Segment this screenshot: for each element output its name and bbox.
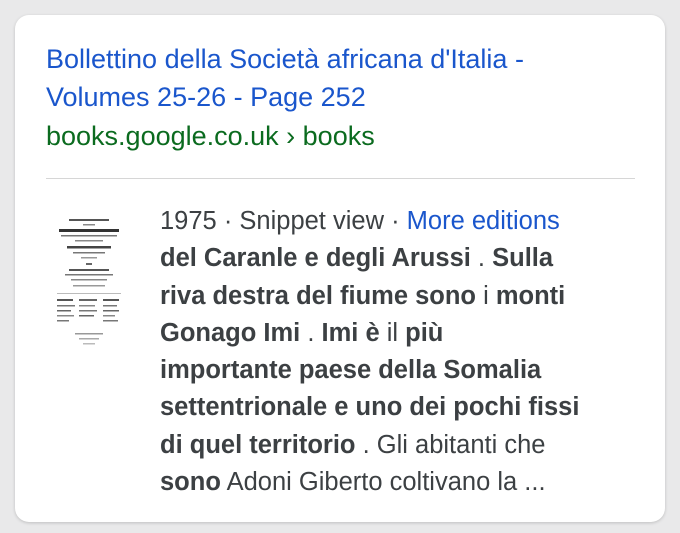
more-editions-link[interactable]: More editions (407, 207, 560, 235)
meta-separator: · (384, 207, 407, 235)
snippet-highlight: settentrionale e uno dei pochi fissi (160, 393, 580, 422)
snippet-text-fragment: i (476, 281, 496, 310)
snippet-highlight: riva destra del fiume sono (160, 281, 477, 310)
snippet-line: riva destra del fiume sono i monti (160, 278, 640, 315)
snippet-line: del Caranle e degli Arussi . Sulla (160, 240, 640, 277)
snippet-highlight: più (405, 318, 444, 347)
result-title-link[interactable]: Bollettino della Società africana d'Ital… (46, 40, 626, 116)
snippet-highlight: sono (160, 468, 221, 497)
snippet-text-fragment: il (379, 318, 406, 347)
result-snippet: 1975 · Snippet view · More editions del … (160, 203, 640, 501)
book-thumbnail[interactable] (53, 213, 125, 353)
snippet-line: Gonago Imi . Imi è il più (160, 315, 640, 352)
snippet-text: del Caranle e degli Arussi . Sulla riva d… (160, 240, 640, 501)
snippet-text-fragment: Adoni Giberto coltivano la ... (220, 468, 546, 497)
snippet-line: di quel territorio . Gli abitanti che (160, 427, 640, 464)
snippet-text-fragment: . Gli abitanti che (355, 430, 546, 459)
snippet-line: importante paese della Somalia (160, 352, 640, 389)
snippet-line: settentrionale e uno dei pochi fissi (160, 389, 640, 426)
publication-year: 1975 (160, 207, 217, 235)
book-cover-icon (53, 213, 125, 353)
snippet-text-fragment: . (470, 244, 493, 273)
meta-separator: · (216, 207, 240, 235)
view-type: Snippet view (239, 207, 384, 235)
snippet-highlight: Sulla (492, 244, 554, 273)
snippet-highlight: di quel territorio (160, 430, 356, 459)
search-result-card: Bollettino della Società africana d'Ital… (15, 15, 665, 522)
snippet-highlight: Gonago Imi (160, 318, 301, 347)
snippet-highlight: Imi è (321, 318, 380, 347)
result-divider (46, 178, 635, 179)
snippet-meta-line: 1975 · Snippet view · More editions (160, 203, 640, 240)
snippet-line: sono Adoni Giberto coltivano la ... (160, 464, 640, 501)
snippet-text-fragment: . (300, 318, 322, 347)
snippet-highlight: monti (495, 281, 566, 310)
snippet-highlight: importante paese della Somalia (160, 356, 542, 385)
snippet-highlight: del Caranle e degli Arussi (160, 244, 471, 273)
result-cite-url[interactable]: books.google.co.uk › books (46, 118, 375, 154)
